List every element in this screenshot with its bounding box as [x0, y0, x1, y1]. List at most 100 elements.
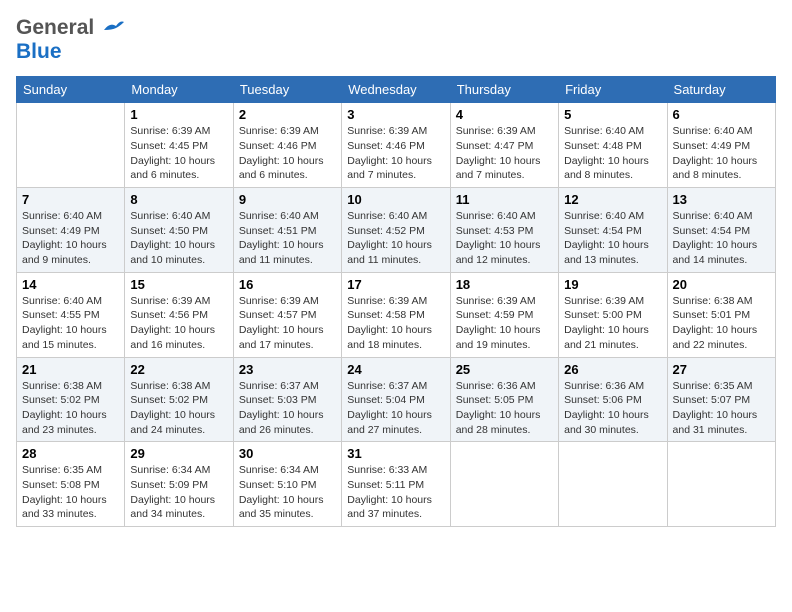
day-number: 27: [673, 362, 770, 377]
logo-bird-icon: [102, 20, 124, 36]
calendar-cell: 24 Sunrise: 6:37 AM Sunset: 5:04 PM Dayli…: [342, 357, 450, 442]
day-info: Sunrise: 6:39 AM Sunset: 4:46 PM Dayligh…: [347, 124, 444, 183]
day-number: 9: [239, 192, 336, 207]
day-info: Sunrise: 6:40 AM Sunset: 4:54 PM Dayligh…: [564, 209, 661, 268]
day-number: 17: [347, 277, 444, 292]
day-info: Sunrise: 6:40 AM Sunset: 4:55 PM Dayligh…: [22, 294, 119, 353]
calendar-week-row: 21 Sunrise: 6:38 AM Sunset: 5:02 PM Dayli…: [17, 357, 776, 442]
calendar-cell: [559, 442, 667, 527]
calendar-day-header: Friday: [559, 77, 667, 103]
day-info: Sunrise: 6:39 AM Sunset: 4:45 PM Dayligh…: [130, 124, 227, 183]
calendar-cell: 7 Sunrise: 6:40 AM Sunset: 4:49 PM Daylig…: [17, 188, 125, 273]
calendar-cell: 11 Sunrise: 6:40 AM Sunset: 4:53 PM Dayli…: [450, 188, 558, 273]
calendar-cell: [450, 442, 558, 527]
day-info: Sunrise: 6:40 AM Sunset: 4:54 PM Dayligh…: [673, 209, 770, 268]
calendar-cell: 10 Sunrise: 6:40 AM Sunset: 4:52 PM Dayli…: [342, 188, 450, 273]
day-number: 7: [22, 192, 119, 207]
calendar-day-header: Wednesday: [342, 77, 450, 103]
day-number: 13: [673, 192, 770, 207]
day-number: 19: [564, 277, 661, 292]
calendar-cell: 5 Sunrise: 6:40 AM Sunset: 4:48 PM Daylig…: [559, 103, 667, 188]
calendar-cell: 31 Sunrise: 6:33 AM Sunset: 5:11 PM Dayli…: [342, 442, 450, 527]
day-number: 5: [564, 107, 661, 122]
day-info: Sunrise: 6:37 AM Sunset: 5:04 PM Dayligh…: [347, 379, 444, 438]
logo: General Blue: [16, 16, 124, 64]
day-number: 18: [456, 277, 553, 292]
day-info: Sunrise: 6:38 AM Sunset: 5:01 PM Dayligh…: [673, 294, 770, 353]
day-info: Sunrise: 6:37 AM Sunset: 5:03 PM Dayligh…: [239, 379, 336, 438]
calendar-cell: 28 Sunrise: 6:35 AM Sunset: 5:08 PM Dayli…: [17, 442, 125, 527]
day-number: 30: [239, 446, 336, 461]
day-number: 15: [130, 277, 227, 292]
day-info: Sunrise: 6:40 AM Sunset: 4:48 PM Dayligh…: [564, 124, 661, 183]
day-info: Sunrise: 6:38 AM Sunset: 5:02 PM Dayligh…: [22, 379, 119, 438]
day-info: Sunrise: 6:34 AM Sunset: 5:10 PM Dayligh…: [239, 463, 336, 522]
day-number: 3: [347, 107, 444, 122]
day-info: Sunrise: 6:40 AM Sunset: 4:53 PM Dayligh…: [456, 209, 553, 268]
calendar-week-row: 7 Sunrise: 6:40 AM Sunset: 4:49 PM Daylig…: [17, 188, 776, 273]
day-info: Sunrise: 6:33 AM Sunset: 5:11 PM Dayligh…: [347, 463, 444, 522]
day-number: 28: [22, 446, 119, 461]
day-number: 12: [564, 192, 661, 207]
calendar-cell: 6Sunrise: 6:40 AM Sunset: 4:49 PM Daylig…: [667, 103, 775, 188]
calendar-cell: 3 Sunrise: 6:39 AM Sunset: 4:46 PM Daylig…: [342, 103, 450, 188]
day-number: 29: [130, 446, 227, 461]
day-number: 8: [130, 192, 227, 207]
calendar-cell: 20 Sunrise: 6:38 AM Sunset: 5:01 PM Dayli…: [667, 272, 775, 357]
calendar-cell: 12 Sunrise: 6:40 AM Sunset: 4:54 PM Dayli…: [559, 188, 667, 273]
day-info: Sunrise: 6:39 AM Sunset: 4:57 PM Dayligh…: [239, 294, 336, 353]
day-info: Sunrise: 6:35 AM Sunset: 5:08 PM Dayligh…: [22, 463, 119, 522]
day-number: 23: [239, 362, 336, 377]
calendar-cell: 27 Sunrise: 6:35 AM Sunset: 5:07 PM Dayli…: [667, 357, 775, 442]
calendar-day-header: Monday: [125, 77, 233, 103]
calendar-cell: 23 Sunrise: 6:37 AM Sunset: 5:03 PM Dayli…: [233, 357, 341, 442]
day-info: Sunrise: 6:39 AM Sunset: 4:58 PM Dayligh…: [347, 294, 444, 353]
calendar-cell: 14Sunrise: 6:40 AM Sunset: 4:55 PM Dayli…: [17, 272, 125, 357]
calendar-day-header: Tuesday: [233, 77, 341, 103]
calendar-cell: 2Sunrise: 6:39 AM Sunset: 4:46 PM Daylig…: [233, 103, 341, 188]
calendar-cell: 9 Sunrise: 6:40 AM Sunset: 4:51 PM Daylig…: [233, 188, 341, 273]
day-number: 1: [130, 107, 227, 122]
calendar-cell: 13 Sunrise: 6:40 AM Sunset: 4:54 PM Dayli…: [667, 188, 775, 273]
day-info: Sunrise: 6:36 AM Sunset: 5:06 PM Dayligh…: [564, 379, 661, 438]
calendar-cell: 22 Sunrise: 6:38 AM Sunset: 5:02 PM Dayli…: [125, 357, 233, 442]
day-number: 11: [456, 192, 553, 207]
logo-general: General: [16, 16, 94, 39]
calendar-cell: 18Sunrise: 6:39 AM Sunset: 4:59 PM Dayli…: [450, 272, 558, 357]
calendar-cell: 15Sunrise: 6:39 AM Sunset: 4:56 PM Dayli…: [125, 272, 233, 357]
day-info: Sunrise: 6:40 AM Sunset: 4:50 PM Dayligh…: [130, 209, 227, 268]
day-number: 21: [22, 362, 119, 377]
calendar-week-row: 28 Sunrise: 6:35 AM Sunset: 5:08 PM Dayli…: [17, 442, 776, 527]
calendar-day-header: Sunday: [17, 77, 125, 103]
day-info: Sunrise: 6:38 AM Sunset: 5:02 PM Dayligh…: [130, 379, 227, 438]
day-number: 2: [239, 107, 336, 122]
day-number: 16: [239, 277, 336, 292]
calendar-table: SundayMondayTuesdayWednesdayThursdayFrid…: [16, 76, 776, 527]
calendar-cell: 16 Sunrise: 6:39 AM Sunset: 4:57 PM Dayli…: [233, 272, 341, 357]
day-info: Sunrise: 6:40 AM Sunset: 4:51 PM Dayligh…: [239, 209, 336, 268]
day-number: 22: [130, 362, 227, 377]
day-info: Sunrise: 6:36 AM Sunset: 5:05 PM Dayligh…: [456, 379, 553, 438]
day-info: Sunrise: 6:39 AM Sunset: 5:00 PM Dayligh…: [564, 294, 661, 353]
day-info: Sunrise: 6:35 AM Sunset: 5:07 PM Dayligh…: [673, 379, 770, 438]
day-number: 24: [347, 362, 444, 377]
calendar-cell: [17, 103, 125, 188]
day-info: Sunrise: 6:40 AM Sunset: 4:49 PM Dayligh…: [22, 209, 119, 268]
day-number: 6: [673, 107, 770, 122]
day-info: Sunrise: 6:34 AM Sunset: 5:09 PM Dayligh…: [130, 463, 227, 522]
calendar-cell: 25Sunrise: 6:36 AM Sunset: 5:05 PM Dayli…: [450, 357, 558, 442]
calendar-week-row: 1 Sunrise: 6:39 AM Sunset: 4:45 PM Daylig…: [17, 103, 776, 188]
page-header: General Blue: [16, 16, 776, 64]
calendar-cell: [667, 442, 775, 527]
day-info: Sunrise: 6:40 AM Sunset: 4:52 PM Dayligh…: [347, 209, 444, 268]
calendar-header-row: SundayMondayTuesdayWednesdayThursdayFrid…: [17, 77, 776, 103]
day-info: Sunrise: 6:39 AM Sunset: 4:47 PM Dayligh…: [456, 124, 553, 183]
logo-blue: Blue: [16, 40, 62, 63]
calendar-cell: 4 Sunrise: 6:39 AM Sunset: 4:47 PM Daylig…: [450, 103, 558, 188]
day-number: 31: [347, 446, 444, 461]
day-number: 10: [347, 192, 444, 207]
calendar-day-header: Saturday: [667, 77, 775, 103]
day-number: 20: [673, 277, 770, 292]
day-number: 26: [564, 362, 661, 377]
day-number: 4: [456, 107, 553, 122]
